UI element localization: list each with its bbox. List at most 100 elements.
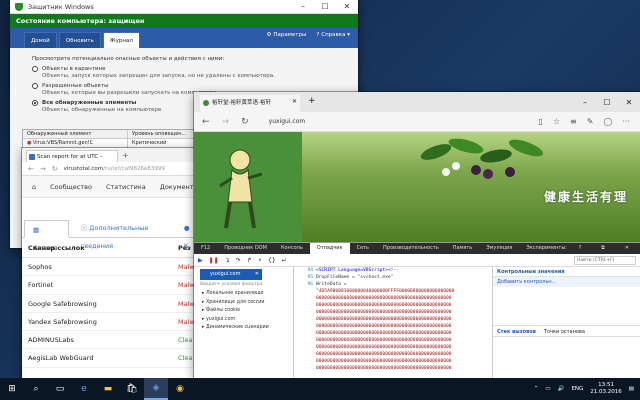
detected-item-cell: ● Virus:VBS/Ramnit.gen!C [23,139,128,148]
hub-icon[interactable]: ≡ [570,117,577,126]
taskbar-store[interactable]: 🛍 [120,378,144,400]
open-file-tab[interactable]: yuxigui.com ✕ [200,269,262,280]
minimize-button[interactable]: – [292,0,314,13]
devtools-help-icon[interactable]: ? [572,243,589,254]
col-detected-item[interactable]: Обнаруженный элемент [23,130,128,138]
continue-icon[interactable]: ▶ [198,257,203,264]
url-field[interactable]: yuxigui.com [269,118,527,125]
forward-icon[interactable]: → [222,117,230,127]
step-into-icon[interactable]: ↴ [225,257,230,264]
find-input[interactable]: Найти (CTRL+F) [574,255,636,265]
tree-item[interactable]: ▸ Динамические сценарии [194,324,293,333]
break-icon[interactable]: ❚❚ [209,257,219,264]
tab-call-stack[interactable]: Стек вызовов [497,326,536,336]
browser-tab[interactable]: 裕轩堂-裕轩黄萃语-裕轩 [200,95,300,112]
radio-allowed[interactable]: Разрешенные объекты [32,83,336,89]
tab-emulation[interactable]: Эмуляция [479,243,519,254]
tree-item[interactable]: ▸ Файлы cookie [194,307,293,316]
volume-icon[interactable]: 🔊 [558,386,565,392]
web-note-icon[interactable]: ✎ [587,117,594,126]
url-field[interactable]: virustotal.com/ru/url/caf9826e83999 [64,166,165,172]
reload-icon[interactable]: ↻ [241,117,249,127]
tab-network[interactable]: Сеть [350,243,376,254]
tab-title: 裕轩堂-裕轩黄萃语-裕轩 [212,100,271,106]
tab-analysis[interactable]: ▦ Анализ [24,220,69,252]
tab-home[interactable]: Домой [24,32,57,48]
settings-link[interactable]: ⚙ Параметры [266,32,306,38]
browser-tab[interactable]: Scan report for at UTC – [26,150,118,162]
notifications-icon[interactable]: ▤ [629,386,634,392]
reading-view-icon[interactable]: ▯ [538,117,542,126]
minimize-button[interactable]: – [574,92,596,112]
taskbar-explorer[interactable]: ▬ [96,378,120,400]
devtools-dock-icon[interactable]: ⧉ [594,243,612,254]
radio-dot [32,100,38,106]
scanner-name: Yandex Safebrowsing [28,317,97,326]
back-icon[interactable]: ← [202,117,210,127]
filter-input[interactable]: Введите условия фильтра [200,282,293,290]
line-number [296,302,316,309]
keyboard-language[interactable]: ENG [571,386,583,392]
table-header: Сканер ссылок Рез [22,238,202,258]
code-line: 0000000000000000000000000000000000000000… [296,295,492,302]
tree-item[interactable]: ▸ yuxigui.com [194,316,293,325]
format-icon[interactable]: {} [268,257,276,264]
back-icon[interactable]: ← [28,165,34,173]
tab-update[interactable]: Обновить [58,32,101,48]
tab-breakpoints[interactable]: Точки останова [544,326,585,336]
tab-close-icon[interactable]: ✕ [292,98,297,105]
exception-icon[interactable]: ⚡ [258,257,262,264]
add-watch-link[interactable]: Добавить контрольн... [493,277,640,287]
tree-label: Динамические сценарии [205,325,269,330]
watch-header[interactable]: Контрольные значения [493,267,640,277]
tab-debugger[interactable]: Отладчик [309,243,350,254]
step-over-icon[interactable]: ↷ [236,257,241,264]
radio-quarantined[interactable]: Объекты в карантине [32,66,336,72]
clock[interactable]: 13:51 21.03.2016 [590,382,622,396]
tab-details[interactable]: ⓘ Дополнительные сведения [73,219,172,250]
reload-icon[interactable]: ↻ [52,165,58,173]
nav-statistics[interactable]: Статистика [106,183,146,191]
devtools-close-icon[interactable]: ✕ [618,243,636,254]
line-number: 94 [307,268,313,273]
close-button[interactable]: ✕ [336,0,358,13]
defender-shield-icon: ◈ [152,383,160,393]
banner-slogan: 健康生活有理 [543,190,628,204]
tab-history[interactable]: Журнал [102,32,140,48]
close-button[interactable]: ✕ [618,92,640,112]
maximize-button[interactable]: ☐ [314,0,336,13]
start-button[interactable]: ⊞ [0,378,24,400]
tray-chevron-icon[interactable]: ⌃ [534,386,539,392]
taskbar-chrome[interactable]: ◉ [168,378,192,400]
taskbar-edge[interactable]: e [72,378,96,400]
line-text: 0000000000000000000000000000000000000000… [316,303,452,308]
tab-dom-explorer[interactable]: Проводник DOM [217,243,274,254]
new-tab-icon[interactable]: + [122,151,129,160]
tab-experiments[interactable]: Эксперименты: [519,243,574,254]
forward-icon[interactable]: → [40,165,46,173]
task-view-button[interactable]: ▭ [48,378,72,400]
col-scanner: Сканер ссылок [28,244,85,252]
maximize-button[interactable]: ☐ [596,92,618,112]
network-icon[interactable]: ▭ [545,386,550,392]
step-out-icon[interactable]: ↱ [247,257,252,264]
tab-close-icon[interactable]: ✕ [255,269,259,280]
new-tab-icon[interactable]: + [308,96,316,106]
taskbar-search[interactable]: ⌕ [24,378,48,400]
favorite-star-icon[interactable]: ☆ [553,117,560,126]
tree-item[interactable]: ▸ Хранилище для сессии [194,299,293,308]
line-text: 0000000000000000000000000000000000000000… [316,359,452,364]
help-link[interactable]: ? Справка ▾ [316,32,350,38]
taskbar-defender[interactable]: ◈ [144,378,168,400]
nav-community[interactable]: Сообщество [50,183,92,191]
code-editor[interactable]: 94 <SCRIPT Language=VBScript><!-- 95 DropF… [296,267,492,378]
tab-memory[interactable]: Память [446,243,479,254]
tab-performance[interactable]: Производительность [376,243,446,254]
share-icon[interactable]: ◯ [603,117,612,126]
wordwrap-icon[interactable]: ↵ [282,257,287,264]
tab-console[interactable]: Консоль [274,243,310,254]
more-icon[interactable]: ··· [622,117,630,126]
home-icon[interactable]: ⌂ [32,183,36,191]
code-line: 0000000000000000000000000000000000000000… [296,351,492,358]
tree-item[interactable]: ▸ Локальное хранилище [194,290,293,299]
